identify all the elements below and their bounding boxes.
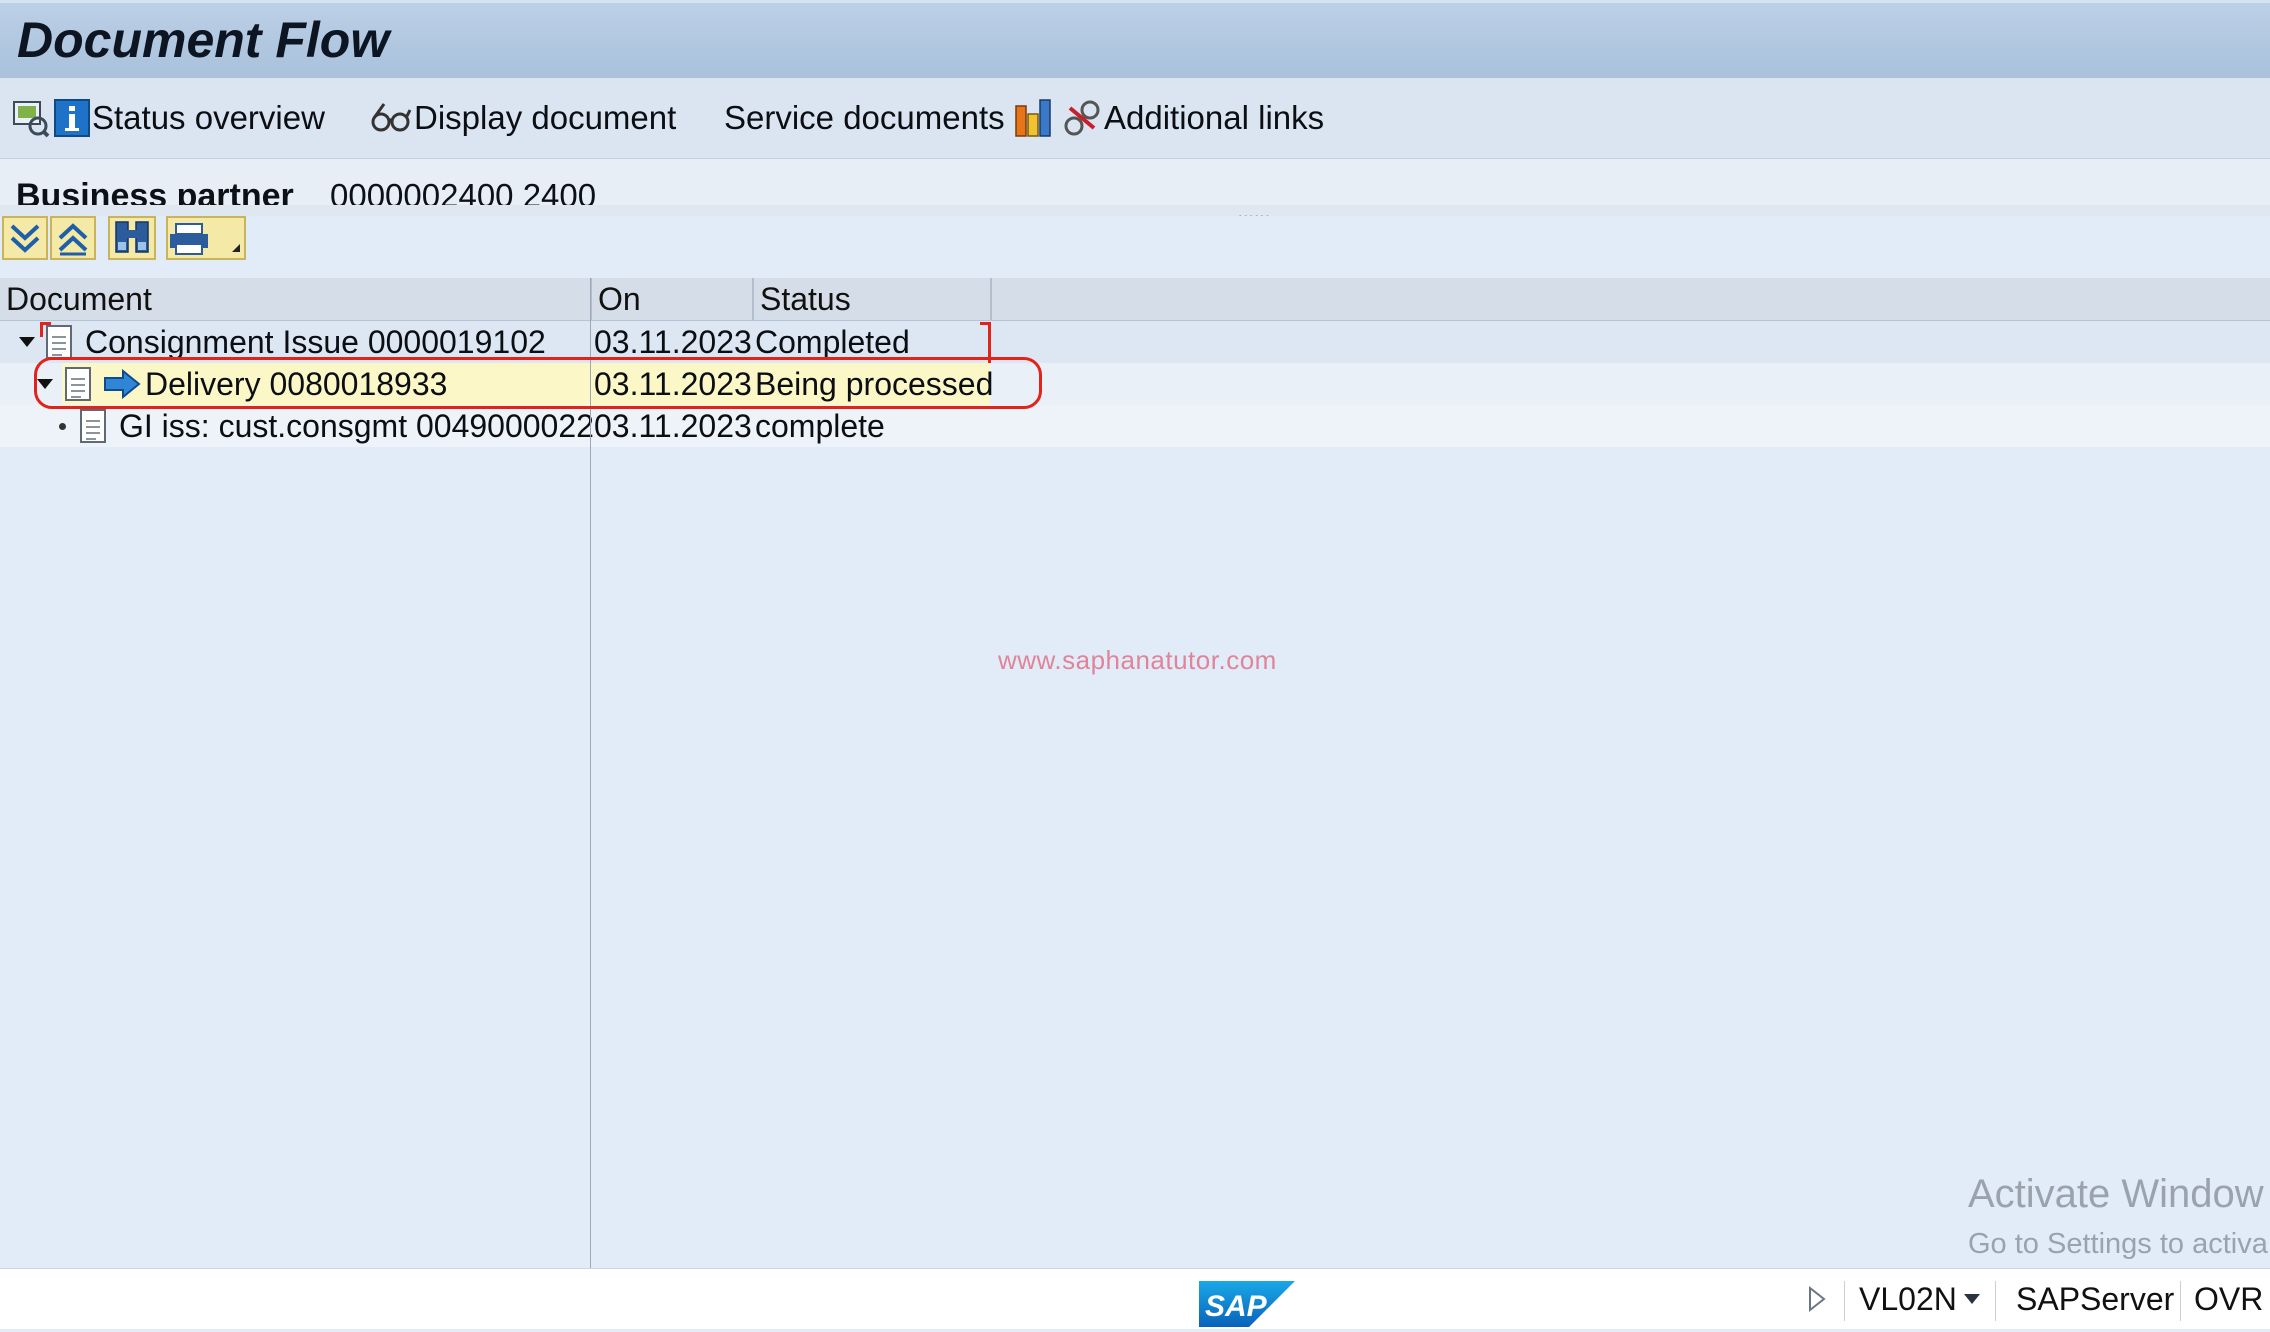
document-icon (80, 405, 106, 447)
document-date: 03.11.2023 (594, 407, 752, 444)
info-icon (54, 98, 90, 138)
binoculars-icon (115, 221, 149, 253)
status-overview-label: Status overview (92, 99, 325, 136)
tree-row[interactable]: Consignment Issue 0000019102 03.11.2023 … (0, 321, 2270, 363)
column-divider (590, 278, 591, 1268)
tree-row[interactable]: GI iss: cust.consgmt 0049000022 03.11.20… (0, 405, 2270, 447)
expand-toggle-icon[interactable] (37, 363, 53, 405)
service-documents-label: Service documents (724, 99, 1005, 136)
column-status[interactable]: Status (754, 278, 992, 320)
business-partner-label: Business partner (16, 177, 294, 205)
business-partner-value: 0000002400 2400 (330, 177, 597, 205)
bar-chart-icon (1014, 98, 1054, 138)
server-name: SAPServer (2016, 1280, 2175, 1317)
sap-logo-text: SAP (1205, 1290, 1268, 1323)
find-button[interactable] (108, 216, 156, 260)
annotation-corner (40, 322, 51, 337)
document-status: Completed (755, 323, 910, 360)
document-status: Being processed (755, 365, 994, 402)
watermark: www.saphanatutor.com (998, 645, 1277, 675)
current-document-arrow-icon (103, 363, 141, 405)
leaf-node-icon (59, 405, 66, 447)
print-menu-button[interactable] (166, 216, 246, 260)
activate-windows-title: Activate Window (1968, 1172, 2264, 1216)
link-icon (1062, 98, 1102, 138)
additional-links-label: Additional links (1104, 99, 1325, 136)
column-on[interactable]: On (592, 278, 754, 320)
transaction-code[interactable]: VL02N (1859, 1269, 1957, 1329)
expand-toggle-icon[interactable] (19, 321, 35, 363)
printer-icon (170, 223, 240, 255)
display-document-button[interactable]: Display document (370, 78, 676, 158)
chart-button[interactable] (1014, 78, 1054, 158)
status-bar: SAP VL02N SAPServer OVR (0, 1268, 2270, 1329)
page-title: Document Flow (17, 12, 390, 68)
collapse-all-button[interactable] (50, 216, 96, 260)
column-document[interactable]: Document (0, 278, 592, 320)
status-bar-toggle-icon[interactable] (1806, 1269, 1828, 1329)
tree-row-selected[interactable]: Delivery 0080018933 03.11.2023 Being pro… (0, 363, 2270, 405)
service-documents-button[interactable]: Service documents (724, 78, 1005, 158)
activate-windows-subtitle: Go to Settings to activa (1968, 1228, 2268, 1260)
document-header: Business partner 0000002400 2400 (0, 159, 2270, 205)
tree-column-header: Document On Status (0, 278, 2270, 321)
title-bar: Document Flow (0, 0, 2270, 78)
tree-toolbar (0, 216, 2270, 278)
display-document-label: Display document (414, 99, 677, 136)
document-status: complete (755, 407, 885, 444)
annotation-corner (980, 322, 991, 363)
application-toolbar: Status overview Display document Service… (0, 78, 2270, 159)
document-date: 03.11.2023 (594, 365, 752, 402)
document-name: Consignment Issue 0000019102 (85, 323, 546, 360)
transaction-dropdown-icon[interactable] (1962, 1269, 1982, 1329)
sap-logo: SAP (1199, 1281, 1295, 1327)
document-name: Delivery 0080018933 (145, 365, 448, 402)
glasses-icon (370, 100, 412, 136)
status-bar-separator (2180, 1281, 2181, 1321)
status-bar-separator (1844, 1281, 1845, 1321)
document-date: 03.11.2023 (594, 323, 752, 360)
insert-mode[interactable]: OVR (2194, 1269, 2263, 1329)
status-bar-separator (1995, 1281, 1996, 1321)
document-flow-tree (0, 321, 2270, 1268)
header-splitter[interactable] (0, 205, 2270, 216)
additional-links-button[interactable]: Additional links (1062, 78, 1324, 158)
expand-all-button[interactable] (2, 216, 48, 260)
status-monitor-icon (12, 98, 50, 138)
expand-all-icon (10, 224, 40, 253)
document-icon (65, 363, 91, 405)
document-name: GI iss: cust.consgmt 0049000022 (119, 407, 594, 444)
collapse-all-icon (58, 223, 88, 256)
status-overview-button[interactable]: Status overview (12, 78, 325, 158)
